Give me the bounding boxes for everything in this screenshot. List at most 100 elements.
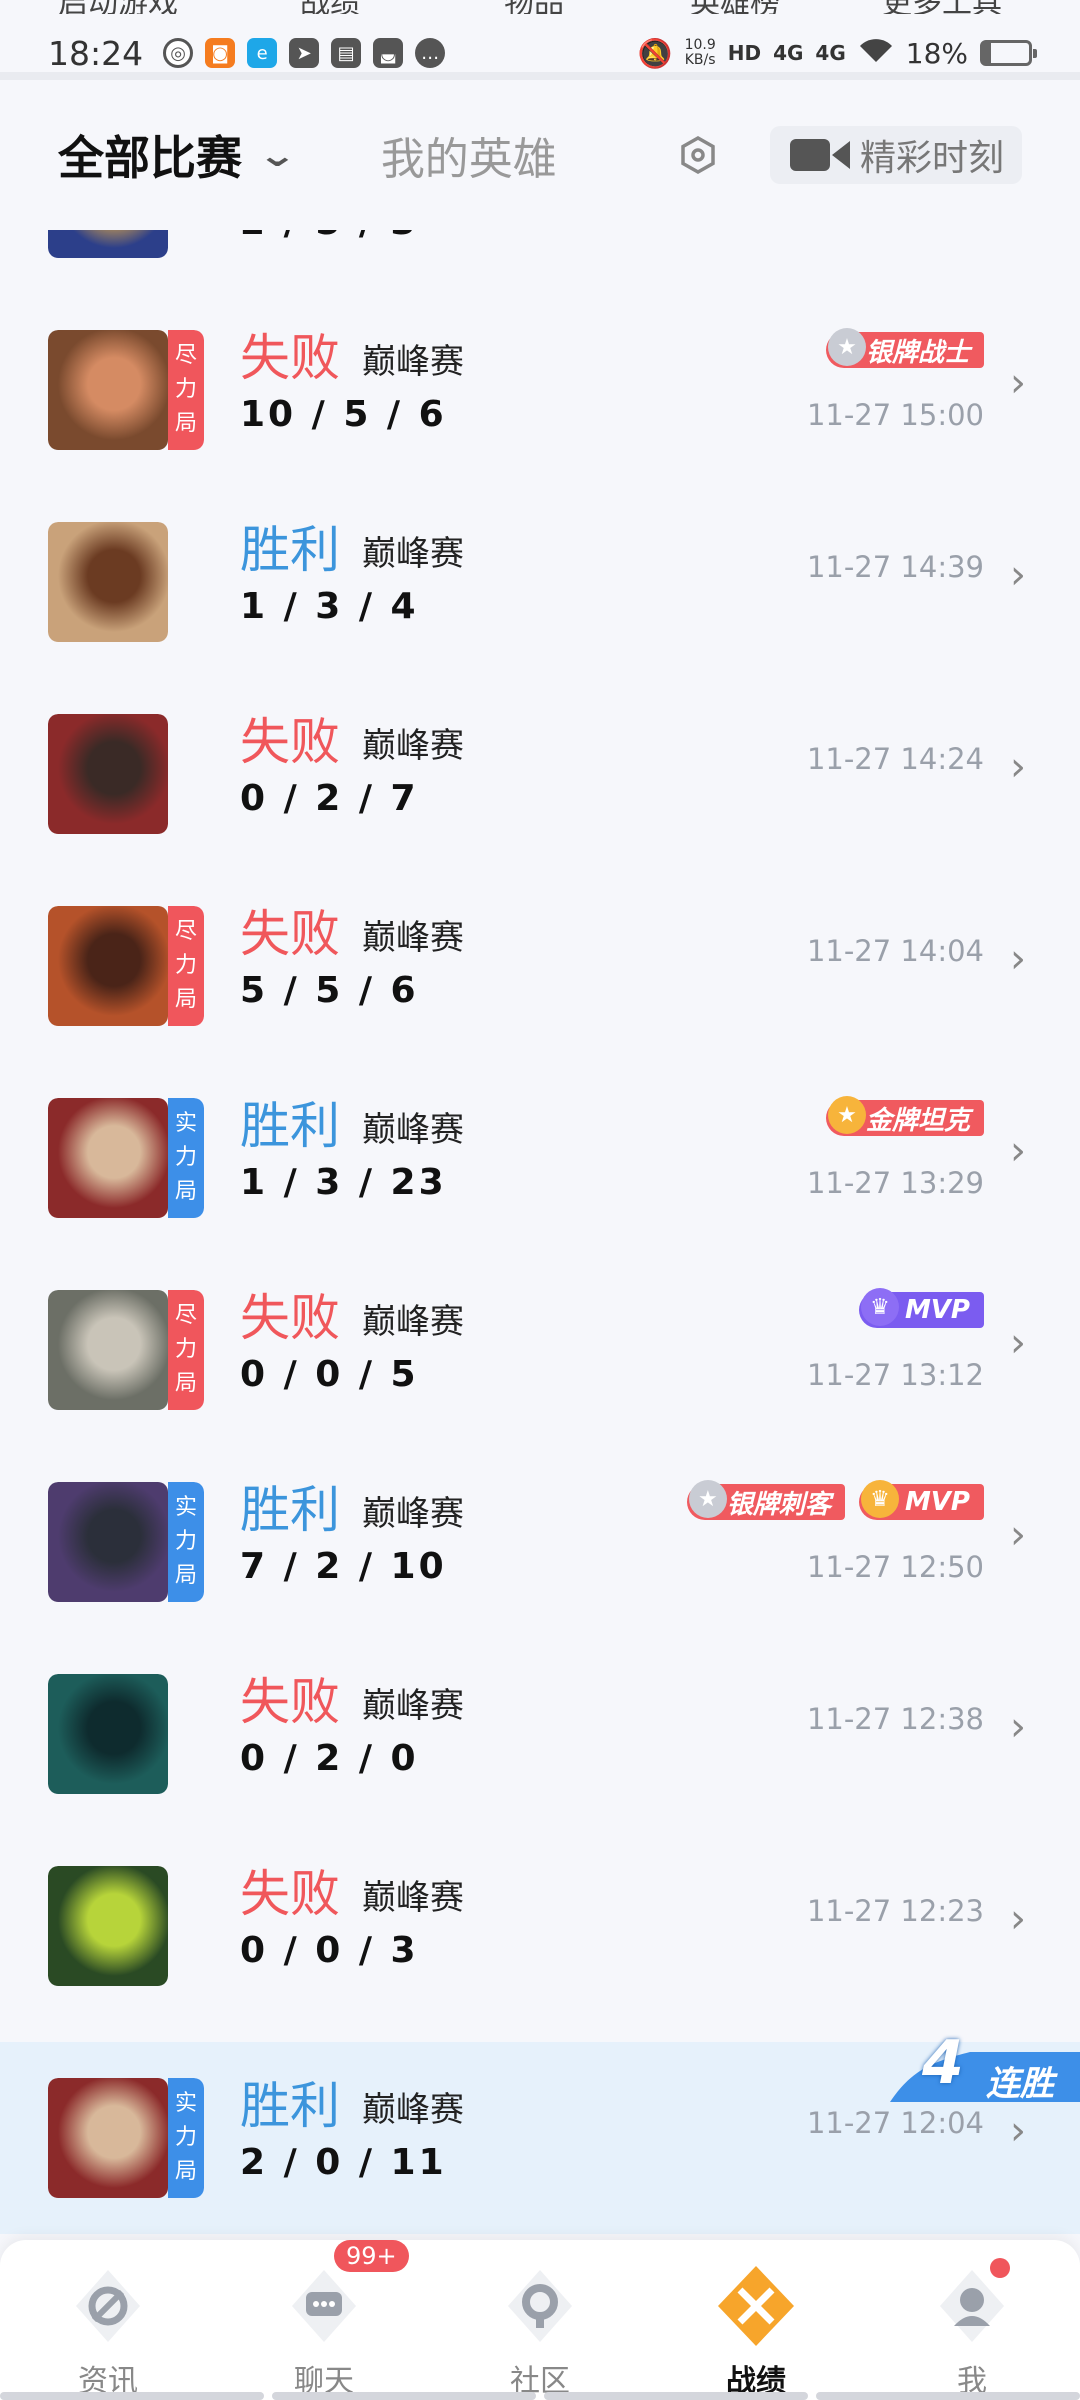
match-time: 11-27 12:50 xyxy=(806,1550,984,1584)
performance-tag: 实力局 xyxy=(168,2078,204,2198)
match-kda: 7 / 2 / 10 xyxy=(240,1546,447,1587)
community-icon xyxy=(496,2262,584,2350)
match-row[interactable]: 失败 巅峰赛 0 / 2 / 0 11-27 12:38 › xyxy=(0,1638,1080,1830)
match-time: 11-27 12:38 xyxy=(806,1702,984,1736)
match-mode: 巅峰赛 xyxy=(362,2090,464,2130)
badge-group: ★ 银牌战士 xyxy=(825,328,984,372)
filter-label: 全部比赛 xyxy=(58,131,242,185)
nav-item-chat[interactable]: 聊天 99+ xyxy=(216,2240,432,2400)
settings-hex-icon[interactable] xyxy=(676,133,720,177)
system-status: 🔕 10.9 KB/s HD 4G 4G 18% xyxy=(637,36,1037,71)
hd-icon: HD xyxy=(727,41,762,65)
tab-my-heroes[interactable]: 我的英雄 xyxy=(381,123,557,187)
trophy-icon: ♛ xyxy=(860,1288,899,1326)
highlights-label: 精彩时刻 xyxy=(859,138,1004,179)
match-kda: 2 / 5 / 3 xyxy=(240,230,419,243)
top-tab[interactable]: 英雄榜 xyxy=(690,0,780,14)
match-mode: 巅峰赛 xyxy=(362,1110,464,1150)
match-result: 失败 xyxy=(240,713,340,771)
app-notification-icon: e xyxy=(247,38,278,68)
performance-tag-char: 实 xyxy=(174,1111,197,1136)
hero-avatar xyxy=(48,714,168,834)
performance-tag-char: 力 xyxy=(174,1529,197,1554)
match-row[interactable]: 尽力局失败 巅峰赛 0 / 0 / 5 11-27 13:12 › ♛ MVP xyxy=(0,1254,1080,1446)
star-medal-icon: ★ xyxy=(688,1480,727,1518)
hero-portrait xyxy=(48,230,168,258)
battery-percent: 18% xyxy=(905,36,968,70)
record-header: 全部比赛 ⌄ 我的英雄 精彩时刻 xyxy=(0,80,1080,230)
top-tab[interactable]: 启动游戏 xyxy=(58,0,178,14)
app-notification-icon: ◎ xyxy=(163,38,194,68)
chevron-right-icon: › xyxy=(1010,552,1026,598)
app-notification-icon: ◙ xyxy=(205,38,236,68)
nav-item-community[interactable]: 社区 xyxy=(432,2240,648,2400)
match-row[interactable]: 胜利 巅峰赛 1 / 3 / 4 11-27 14:39 › xyxy=(0,486,1080,678)
news-icon xyxy=(64,2262,152,2350)
match-row[interactable]: 尽力局失败 巅峰赛 5 / 5 / 6 11-27 14:04 › xyxy=(0,870,1080,1062)
bottom-navigation: 资讯 聊天 99+ 社区 战绩我 xyxy=(0,2240,1080,2400)
performance-tag: 尽力局 xyxy=(168,906,204,1026)
match-filter-dropdown[interactable]: 全部比赛 ⌄ xyxy=(58,122,298,188)
badge-group: ★ 金牌坦克 xyxy=(825,1096,984,1140)
notification-icons: ◎ ◙ e ➤ ▤ ◛ … xyxy=(163,38,446,68)
match-time: 11-27 13:12 xyxy=(806,1358,984,1392)
match-result: 胜利 xyxy=(240,521,340,579)
performance-tag-char: 局 xyxy=(174,987,197,1012)
notification-dot xyxy=(990,2258,1010,2278)
match-mode: 巅峰赛 xyxy=(362,1878,464,1918)
match-row[interactable]: 2 / 5 / 3 xyxy=(0,230,1080,294)
performance-tag-char: 力 xyxy=(174,377,197,402)
nav-item-profile[interactable]: 我 xyxy=(864,2240,1080,2400)
match-result: 胜利 xyxy=(240,1481,340,1539)
hero-portrait xyxy=(48,2078,168,2198)
match-mode: 巅峰赛 xyxy=(362,534,464,574)
performance-tag: 实力局 xyxy=(168,1098,204,1218)
chevron-right-icon: › xyxy=(1010,936,1026,982)
match-row[interactable]: 失败 巅峰赛 0 / 0 / 3 11-27 12:23 › xyxy=(0,1830,1080,2022)
match-row[interactable]: 实力局胜利 巅峰赛 1 / 3 / 23 11-27 13:29 › ★ 金牌坦克 xyxy=(0,1062,1080,1254)
signal-icon: 4G xyxy=(773,41,804,65)
match-time: 11-27 14:04 xyxy=(806,934,984,968)
hero-portrait xyxy=(48,330,168,450)
match-result: 胜利 xyxy=(240,1097,340,1155)
hero-portrait xyxy=(48,1482,168,1602)
nav-item-record[interactable]: 战绩 xyxy=(648,2240,864,2400)
performance-tag-char: 实 xyxy=(174,2091,197,2116)
match-kda: 2 / 0 / 11 xyxy=(240,2142,447,2183)
performance-tag-char: 局 xyxy=(174,1371,197,1396)
app-notification-icon: ▤ xyxy=(331,38,362,68)
match-mode: 巅峰赛 xyxy=(362,1302,464,1342)
signal-icon: 4G xyxy=(815,41,846,65)
mute-icon: 🔕 xyxy=(637,36,673,70)
match-result: 胜利 xyxy=(240,2077,340,2135)
top-tab[interactable]: 物品 xyxy=(504,0,564,14)
match-row[interactable]: 实力局胜利 巅峰赛 7 / 2 / 10 11-27 12:50 › ★ 银牌刺客 ♛ MVP xyxy=(0,1446,1080,1638)
match-mode: 巅峰赛 xyxy=(362,726,464,766)
streak-count: 4 xyxy=(922,2028,964,2098)
match-time: 11-27 12:04 xyxy=(806,2106,984,2140)
medal-badge: ★ 金牌坦克 xyxy=(825,1096,984,1136)
top-tab[interactable]: 更多工具 xyxy=(882,0,1002,14)
performance-tag-char: 力 xyxy=(174,1337,197,1362)
chevron-right-icon: › xyxy=(1010,1320,1026,1366)
hero-avatar: 尽力局 xyxy=(48,330,204,450)
match-result: 失败 xyxy=(240,1673,340,1731)
nav-item-news[interactable]: 资讯 xyxy=(0,2240,216,2400)
badge-label: 银牌战士 xyxy=(865,337,970,368)
medal-badge: ★ 银牌战士 xyxy=(825,328,984,368)
badge-group: ★ 银牌刺客 ♛ MVP xyxy=(686,1480,984,1524)
hero-portrait xyxy=(48,906,168,1026)
match-row[interactable]: 失败 巅峰赛 0 / 2 / 7 11-27 14:24 › xyxy=(0,678,1080,870)
hero-portrait xyxy=(48,1098,168,1218)
performance-tag-char: 尽 xyxy=(174,919,197,944)
match-row[interactable]: 尽力局失败 巅峰赛 10 / 5 / 6 11-27 15:00 › ★ 银牌战士 xyxy=(0,294,1080,486)
battery-icon xyxy=(980,40,1037,66)
top-tab[interactable]: 战绩 xyxy=(300,0,360,14)
hero-portrait xyxy=(48,1290,168,1410)
highlights-button[interactable]: 精彩时刻 xyxy=(769,126,1022,184)
match-kda: 0 / 2 / 0 xyxy=(240,1738,419,1779)
mvp-badge: ♛ MVP xyxy=(858,1480,984,1520)
match-kda: 0 / 0 / 3 xyxy=(240,1930,419,1971)
star-medal-icon: ★ xyxy=(827,1096,866,1134)
streak-label: 连胜 xyxy=(986,2064,1054,2104)
